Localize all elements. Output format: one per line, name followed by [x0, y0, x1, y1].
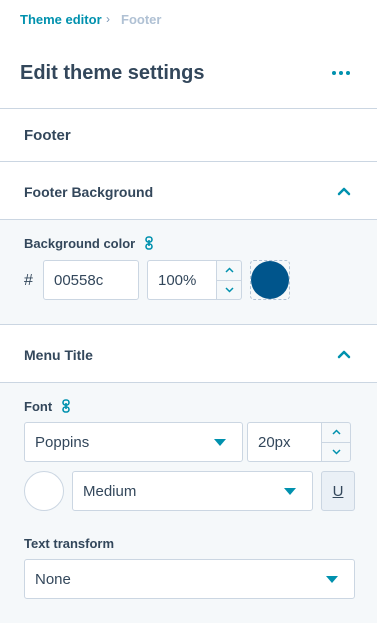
hex-color-value: 00558c	[54, 271, 104, 289]
increment-button[interactable]	[217, 261, 241, 280]
font-family-value: Poppins	[35, 433, 90, 451]
chevron-down-icon	[331, 449, 341, 455]
chevron-up-icon	[331, 429, 341, 435]
breadcrumb-theme-editor[interactable]: Theme editor	[20, 12, 102, 27]
divider	[0, 108, 377, 109]
font-family-select[interactable]: Poppins	[24, 422, 243, 462]
background-color-swatch	[251, 261, 289, 299]
breadcrumb-current: Footer	[121, 12, 162, 27]
chevron-up-icon	[337, 187, 351, 196]
background-color-label-text: Background color	[24, 236, 136, 251]
font-weight-value: Medium	[83, 482, 137, 500]
page-title: Edit theme settings	[20, 62, 205, 84]
caret-down-icon	[284, 488, 296, 495]
more-options-icon[interactable]	[326, 62, 356, 84]
opacity-input[interactable]: 100%	[147, 260, 217, 300]
breadcrumb-separator: ›	[106, 12, 110, 26]
font-color-swatch[interactable]	[24, 471, 64, 511]
link-icon[interactable]	[61, 399, 71, 413]
text-transform-label: Text transform	[24, 536, 115, 551]
text-transform-select[interactable]: None	[24, 559, 355, 599]
increment-button[interactable]	[322, 423, 350, 442]
opacity-value: 100%	[158, 271, 197, 289]
font-size-input[interactable]: 20px	[247, 422, 322, 462]
font-weight-select[interactable]: Medium	[72, 471, 313, 511]
menu-title-heading: Menu Title	[24, 347, 93, 363]
menu-title-panel: Font Poppins 20px Medium U Text transfor…	[0, 383, 377, 623]
caret-down-icon	[326, 576, 338, 583]
hash-symbol: #	[24, 272, 33, 289]
section-title: Footer	[24, 127, 71, 144]
decrement-button[interactable]	[322, 441, 350, 462]
footer-background-heading: Footer Background	[24, 184, 154, 200]
footer-background-toggle[interactable]: Footer Background	[0, 162, 377, 220]
font-size-value: 20px	[258, 433, 291, 451]
menu-title-toggle[interactable]: Menu Title	[0, 325, 377, 383]
chevron-up-icon	[224, 267, 234, 273]
chevron-down-icon	[224, 287, 234, 293]
color-swatch-button[interactable]	[250, 260, 290, 300]
chevron-up-icon	[337, 350, 351, 359]
caret-down-icon	[214, 439, 226, 446]
link-icon[interactable]	[144, 236, 154, 250]
footer-background-panel: Background color # 00558c 100%	[0, 220, 377, 324]
text-transform-value: None	[35, 570, 71, 588]
decrement-button[interactable]	[217, 279, 241, 300]
hex-color-input[interactable]: 00558c	[43, 260, 139, 300]
opacity-stepper[interactable]	[216, 260, 242, 300]
font-label: Font	[24, 399, 71, 414]
underline-toggle-button[interactable]: U	[321, 471, 355, 511]
font-size-stepper[interactable]	[321, 422, 351, 462]
background-color-label: Background color	[24, 236, 154, 251]
font-label-text: Font	[24, 399, 53, 414]
underline-icon: U	[332, 482, 344, 500]
